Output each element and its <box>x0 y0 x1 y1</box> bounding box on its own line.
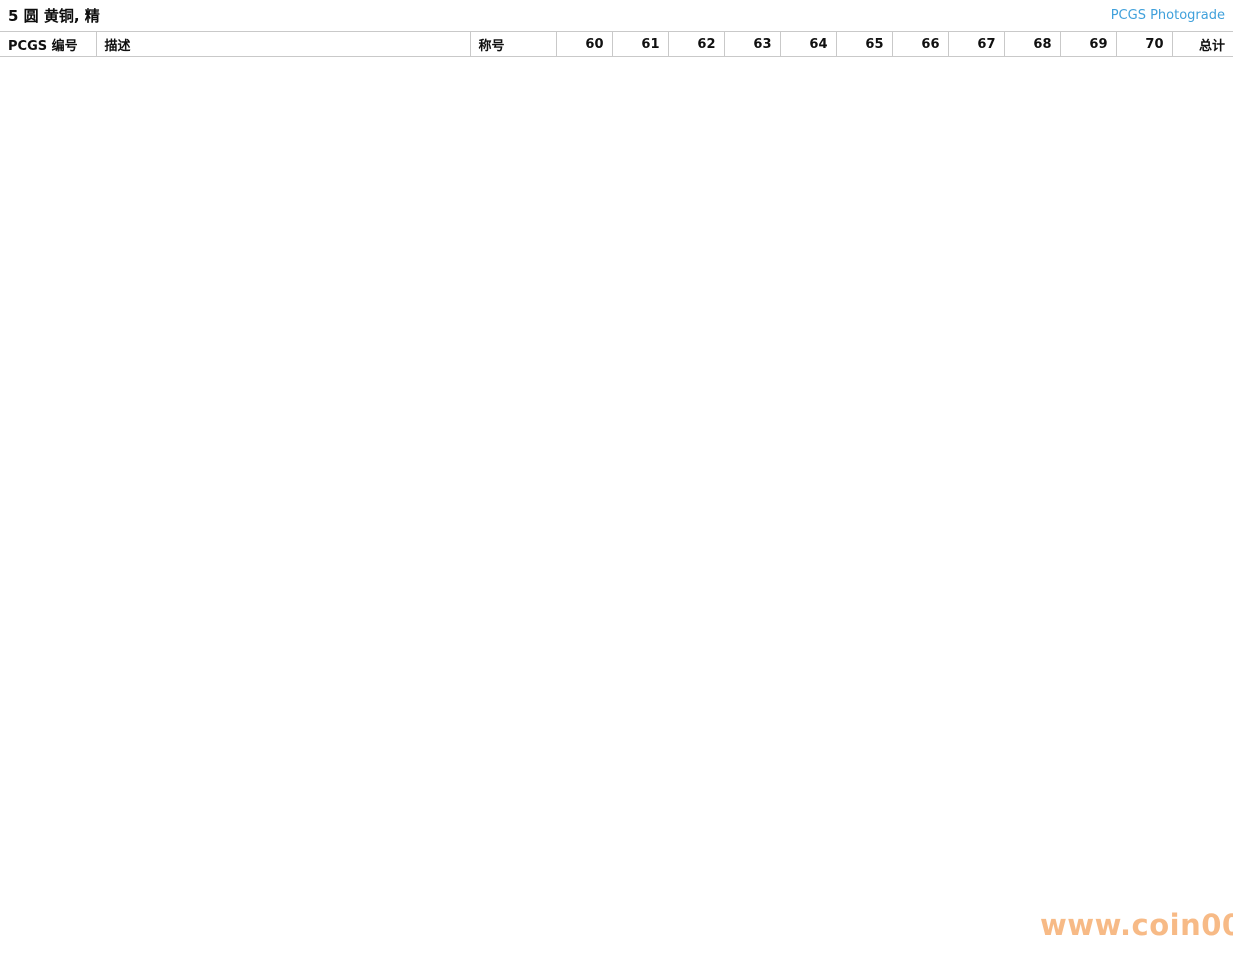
column-header-designation: 称号 <box>470 32 556 57</box>
pcgs-photograde-link[interactable]: PCGS Photograde <box>1111 8 1225 23</box>
column-header-grade-64: 64 <box>780 32 836 57</box>
population-table: PCGS 编号 描述 称号 60 61 62 63 64 65 66 67 68… <box>0 31 1233 57</box>
column-header-grade-65: 65 <box>836 32 892 57</box>
column-header-total: 总计 <box>1172 32 1233 57</box>
column-header-grade-62: 62 <box>668 32 724 57</box>
column-header-grade-61: 61 <box>612 32 668 57</box>
column-header-grade-67: 67 <box>948 32 1004 57</box>
column-header-grade-70: 70 <box>1116 32 1172 57</box>
column-header-grade-68: 68 <box>1004 32 1060 57</box>
column-header-grade-69: 69 <box>1060 32 1116 57</box>
page-title: 5 圆 黄铜, 精 <box>8 5 100 26</box>
watermark: www.coin001.com <box>1040 908 1233 942</box>
table-header-row: PCGS 编号 描述 称号 60 61 62 63 64 65 66 67 68… <box>0 32 1233 57</box>
column-header-description: 描述 <box>96 32 470 57</box>
column-header-grade-60: 60 <box>556 32 612 57</box>
title-bar: 5 圆 黄铜, 精 PCGS Photograde <box>0 0 1233 31</box>
column-header-grade-66: 66 <box>892 32 948 57</box>
column-header-pcgs-number: PCGS 编号 <box>0 32 96 57</box>
column-header-grade-63: 63 <box>724 32 780 57</box>
